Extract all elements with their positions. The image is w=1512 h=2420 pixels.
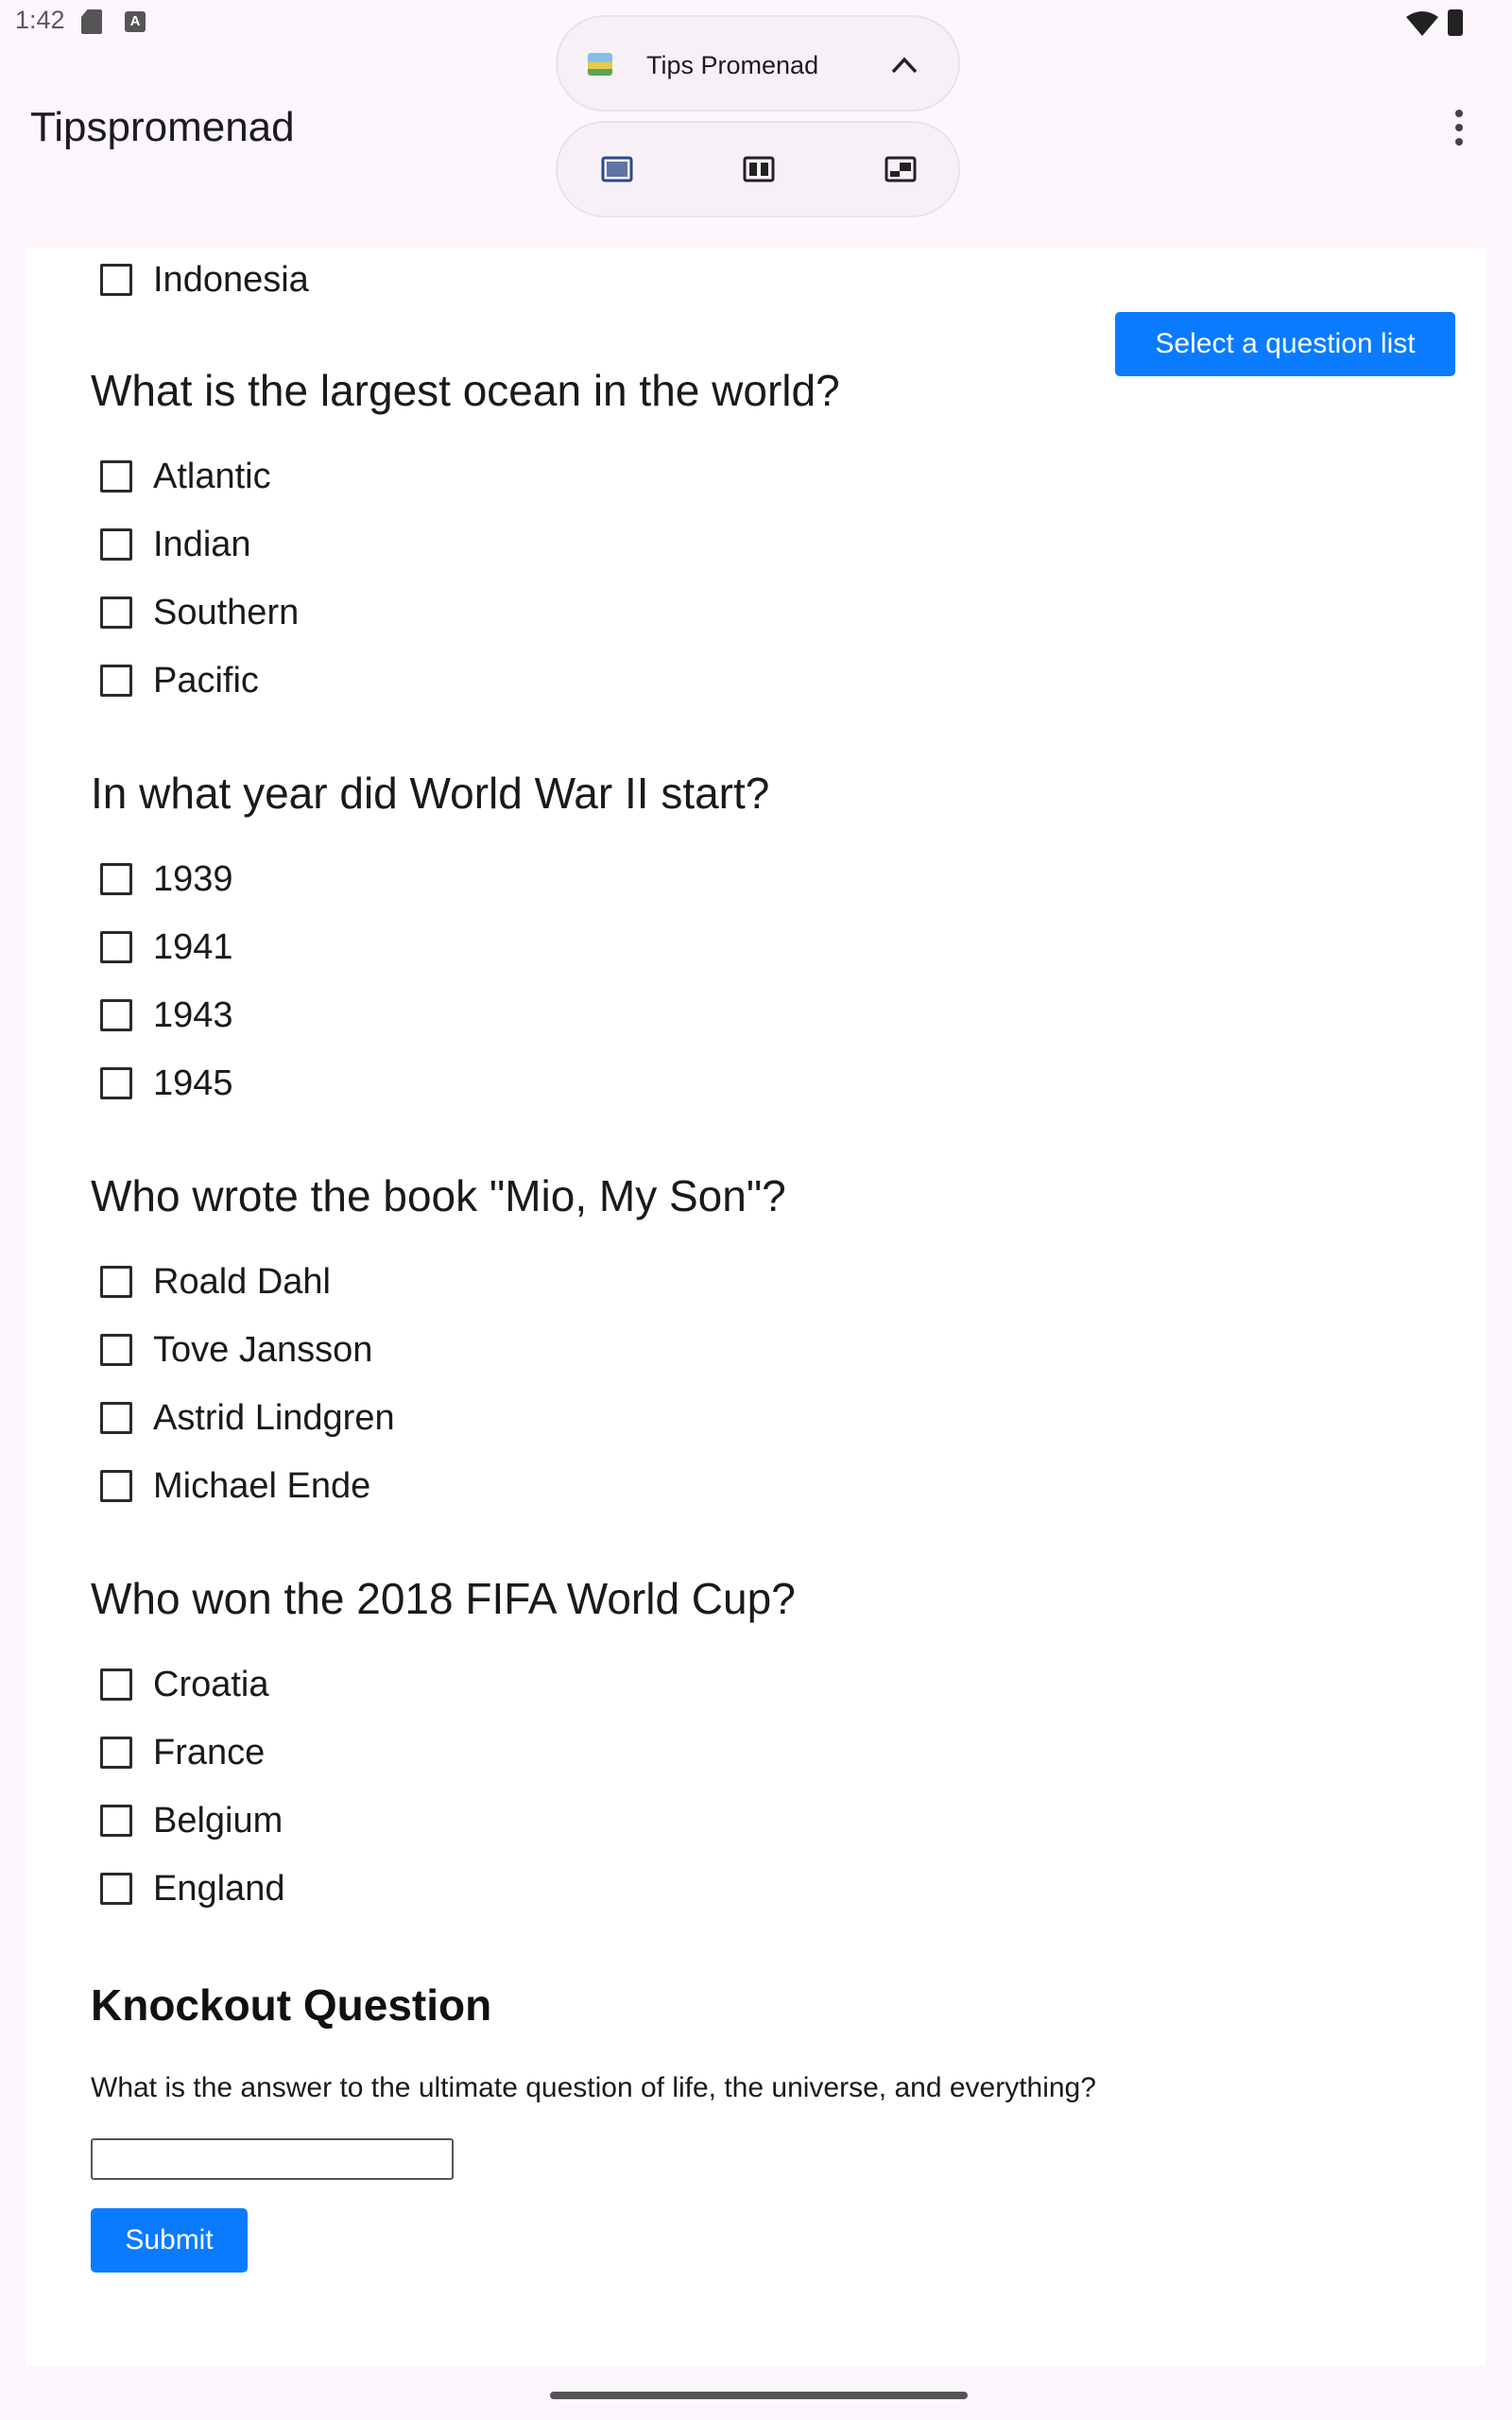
content-card [26, 248, 1486, 2365]
option-label: Tove Jansson [153, 1329, 373, 1370]
option-label: Pacific [153, 660, 259, 700]
checkbox[interactable] [100, 1334, 132, 1366]
checkbox[interactable] [100, 264, 132, 296]
checkbox[interactable] [100, 999, 132, 1031]
checkbox[interactable] [100, 1737, 132, 1769]
option-label: Roald Dahl [153, 1261, 331, 1302]
question-text: What is the largest ocean in the world? [91, 366, 840, 415]
option-item[interactable]: 1941 [100, 926, 233, 967]
option-label: Atlantic [153, 456, 271, 496]
app-icon [588, 53, 612, 76]
knockout-answer-input[interactable] [91, 2138, 454, 2180]
submit-button[interactable]: Submit [91, 2208, 248, 2273]
checkbox[interactable] [100, 460, 132, 493]
option-item[interactable]: Belgium [100, 1800, 284, 1841]
checkbox[interactable] [100, 863, 132, 895]
option-label: France [153, 1732, 266, 1772]
option-item[interactable]: Tove Jansson [100, 1329, 373, 1370]
option-label: Belgium [153, 1800, 284, 1841]
checkbox[interactable] [100, 1805, 132, 1837]
checkbox[interactable] [100, 528, 132, 561]
checkbox[interactable] [100, 1402, 132, 1434]
option-label: 1941 [153, 926, 233, 967]
option-item[interactable]: 1943 [100, 994, 233, 1035]
option-item[interactable]: Indian [100, 524, 251, 564]
option-item[interactable]: Pacific [100, 660, 259, 700]
option-item[interactable]: Southern [100, 592, 300, 632]
gesture-navigation-bar[interactable] [550, 2392, 968, 2399]
checkbox[interactable] [100, 1067, 132, 1099]
option-label: 1945 [153, 1063, 233, 1103]
option-item[interactable]: Michael Ende [100, 1465, 371, 1506]
question-text: Who won the 2018 FIFA World Cup? [91, 1574, 796, 1623]
option-label: Astrid Lindgren [153, 1397, 395, 1438]
battery-icon [1448, 9, 1463, 36]
option-label: Southern [153, 592, 300, 632]
option-label: Michael Ende [153, 1465, 371, 1506]
chevron-up-icon[interactable] [890, 55, 919, 76]
checkbox[interactable] [100, 931, 132, 963]
checkbox[interactable] [100, 596, 132, 629]
notification-a-icon: A [125, 11, 146, 32]
wifi-icon [1406, 11, 1438, 36]
option-label: 1943 [153, 994, 233, 1035]
option-indonesia[interactable]: Indonesia [100, 259, 309, 300]
option-item[interactable]: Roald Dahl [100, 1261, 331, 1302]
option-item[interactable]: Croatia [100, 1664, 269, 1704]
option-label: 1939 [153, 858, 233, 899]
fullscreen-mode-icon[interactable] [601, 155, 633, 183]
question-text: Who wrote the book "Mio, My Son"? [91, 1171, 786, 1220]
checkbox[interactable] [100, 1266, 132, 1298]
knockout-heading: Knockout Question [91, 1980, 492, 2030]
checkbox[interactable] [100, 1470, 132, 1502]
option-item[interactable]: Atlantic [100, 456, 271, 496]
status-time: 1:42 [15, 6, 65, 34]
option-label: Indonesia [153, 259, 309, 300]
more-options-icon[interactable] [1440, 110, 1478, 151]
window-mode-menu [556, 121, 960, 217]
sd-card-icon [81, 9, 102, 34]
option-label: England [153, 1868, 285, 1909]
checkbox[interactable] [100, 1873, 132, 1905]
option-item[interactable]: 1939 [100, 858, 233, 899]
checkbox[interactable] [100, 665, 132, 697]
window-handle[interactable]: Tips Promenad [556, 15, 960, 112]
split-screen-mode-icon[interactable] [743, 155, 775, 183]
option-label: Indian [153, 524, 251, 564]
option-item[interactable]: Astrid Lindgren [100, 1397, 395, 1438]
option-item[interactable]: France [100, 1732, 266, 1772]
question-text: In what year did World War II start? [91, 769, 770, 818]
option-label: Croatia [153, 1664, 269, 1704]
option-item[interactable]: 1945 [100, 1063, 233, 1103]
option-item[interactable]: England [100, 1868, 285, 1909]
window-app-name: Tips Promenad [646, 51, 819, 79]
select-question-list-button[interactable]: Select a question list [1115, 312, 1455, 376]
app-title: Tipspromenad [30, 104, 295, 150]
knockout-question-text: What is the answer to the ultimate quest… [91, 2072, 1096, 2103]
floating-window-mode-icon[interactable] [885, 155, 917, 183]
checkbox[interactable] [100, 1668, 132, 1701]
